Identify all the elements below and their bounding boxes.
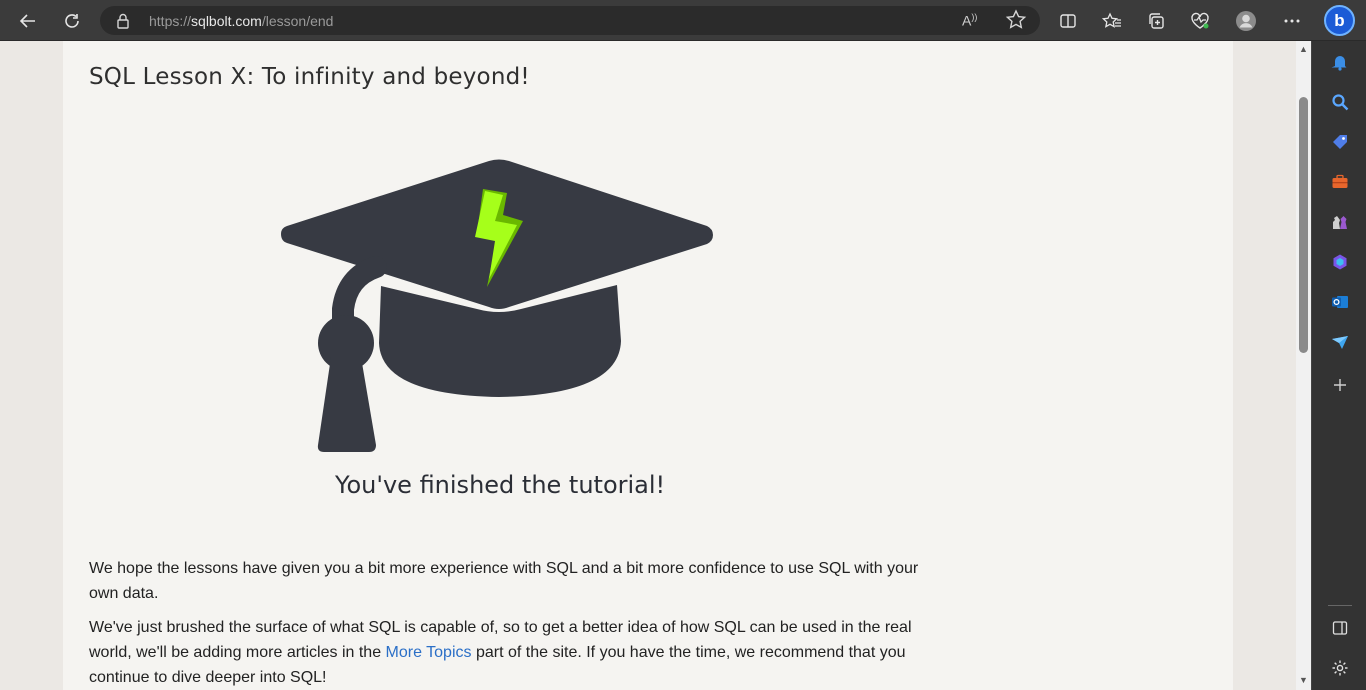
favorite-star-icon[interactable] [1004,8,1028,32]
graduation-cap-icon [281,159,713,452]
copilot-icon[interactable] [1329,251,1351,273]
bing-copilot-button[interactable]: b [1324,5,1355,36]
scroll-down-arrow-icon[interactable]: ▼ [1299,675,1308,685]
read-aloud-icon[interactable]: A)) [962,12,977,29]
chess-icon[interactable] [1329,211,1351,233]
page-viewport: SQL Lesson X: To infinity and beyond! Yo… [0,41,1296,690]
profile-button[interactable] [1231,6,1261,36]
lock-icon [117,13,129,29]
tag-icon[interactable] [1329,131,1351,153]
favorites-icon [1102,12,1121,28]
split-screen-icon [1060,14,1076,28]
lesson-title: SQL Lesson X: To infinity and beyond! [89,64,530,90]
address-bar[interactable]: https://sqlbolt.com/lesson/end A)) [100,6,1040,35]
avatar-icon [1236,11,1256,31]
back-arrow-icon [19,14,35,28]
lesson-card: SQL Lesson X: To infinity and beyond! Yo… [63,41,1233,690]
scroll-up-arrow-icon[interactable]: ▲ [1299,44,1308,54]
browser-toolbar: https://sqlbolt.com/lesson/end A)) b [0,0,1366,41]
outlook-icon[interactable] [1329,291,1351,313]
bell-icon[interactable] [1329,51,1351,73]
page-scrollbar[interactable]: ▲ ▼ [1296,41,1311,690]
split-screen-button[interactable] [1053,6,1083,36]
refresh-icon [65,14,79,28]
edge-sidebar [1311,41,1366,690]
scroll-thumb[interactable] [1299,97,1308,353]
favorites-button[interactable] [1097,6,1127,36]
ellipsis-icon [1284,19,1300,23]
more-options-button[interactable] [1277,6,1307,36]
sidebar-divider [1328,605,1352,606]
settings-icon[interactable] [1329,657,1351,679]
add-icon[interactable] [1329,374,1351,396]
bing-icon: b [1334,10,1345,30]
finished-caption: You've finished the tutorial! [335,471,666,499]
collections-button[interactable] [1141,6,1171,36]
send-icon[interactable] [1329,331,1351,353]
heart-pulse-icon [1191,12,1209,29]
panel-icon[interactable] [1329,617,1351,639]
refresh-button[interactable] [57,6,87,36]
search-icon[interactable] [1329,91,1351,113]
more-topics-link[interactable]: More Topics [386,644,472,661]
paragraph-intro: We hope the lessons have given you a bit… [89,560,919,602]
paragraph-more: We've just brushed the surface of what S… [89,619,912,686]
health-button[interactable] [1185,6,1215,36]
collections-icon [1149,13,1164,29]
url-text[interactable]: https://sqlbolt.com/lesson/end [149,13,333,29]
toolbox-icon[interactable] [1329,171,1351,193]
back-button[interactable] [13,6,43,36]
